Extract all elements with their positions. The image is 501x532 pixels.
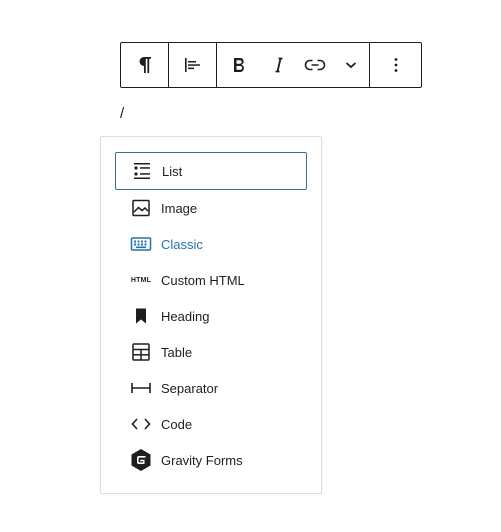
gravity-forms-icon [129,448,153,472]
keyboard-icon [129,232,153,256]
inserter-item-table[interactable]: Table [115,333,307,371]
inserter-item-label: Table [161,344,193,360]
html-icon: HTML [130,276,152,284]
chevron-down-icon [345,62,357,69]
align-button[interactable] [169,43,216,87]
bookmark-icon [129,304,153,328]
more-options-icon [394,58,397,72]
separator-icon [129,376,153,400]
inserter-item-custom-html[interactable]: HTML Custom HTML [115,261,307,299]
italic-icon [275,57,283,73]
toolbar-group-format [216,43,369,87]
inserter-item-label: Heading [161,308,210,324]
inserter-item-gravity-forms[interactable]: Gravity Forms [115,441,307,479]
bold-button[interactable] [217,43,261,87]
paragraph-icon [139,57,151,73]
inserter-item-label: Code [161,416,193,432]
inserter-item-code[interactable]: Code [115,405,307,443]
block-toolbar [120,42,422,88]
inserter-item-image[interactable]: Image [115,189,307,227]
code-icon [129,412,153,436]
list-icon [130,159,154,183]
table-icon [129,340,153,364]
toolbar-group-align [168,43,216,87]
toolbar-group-options [369,43,421,87]
more-formats-button[interactable] [333,43,369,87]
inserter-item-heading[interactable]: Heading [115,297,307,335]
inserter-item-classic[interactable]: Classic [115,225,307,263]
image-icon [129,196,153,220]
bold-icon [234,57,244,72]
options-button[interactable] [372,43,419,87]
align-icon [184,58,200,72]
paragraph-button[interactable] [121,43,168,87]
inserter-item-label: List [162,163,183,179]
inserter-item-label: Gravity Forms [161,452,243,468]
inserter-item-list[interactable]: List [115,152,307,190]
link-button[interactable] [297,43,333,87]
toolbar-group-block [121,43,168,87]
italic-button[interactable] [261,43,297,87]
inserter-item-label: Custom HTML [161,272,245,288]
editor-text[interactable]: / [120,105,124,122]
inserter-item-label: Separator [161,380,219,396]
link-icon [304,59,326,71]
inserter-item-label: Classic [161,236,203,252]
inserter-item-separator[interactable]: Separator [115,369,307,407]
block-inserter-popover: List Image Classic HTML Custom HTML Head… [100,136,322,494]
inserter-item-label: Image [161,200,198,216]
